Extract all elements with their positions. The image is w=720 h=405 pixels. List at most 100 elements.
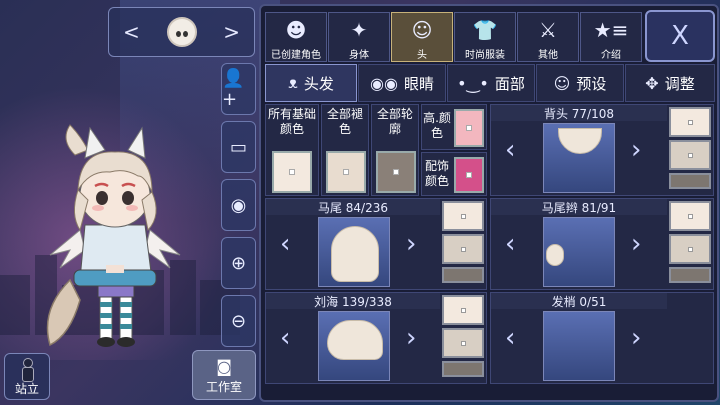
subtab-presets[interactable]: ☺ 预设 — [536, 64, 624, 102]
tab-label: 时尚服装 — [465, 50, 505, 61]
accessory-color-swatch[interactable] — [454, 157, 484, 193]
tab-label: 身体 — [349, 50, 369, 61]
subtab-face[interactable]: •‿• 面部 — [447, 64, 535, 102]
head-icon: ☺ — [411, 18, 433, 42]
bangs-preview[interactable] — [318, 311, 390, 381]
tab-intro[interactable]: ★≡ 介绍 — [580, 12, 642, 62]
preset-icon: ☺ — [553, 73, 571, 93]
highlight-color-label: 高.颜色 — [422, 111, 452, 141]
workroom-button[interactable]: ◙ 工作室 — [192, 350, 256, 400]
tab-head[interactable]: ☺ 头 — [391, 12, 453, 62]
subtab-label: 调整 — [664, 74, 695, 93]
prev-character-arrow[interactable]: < — [123, 20, 140, 44]
character-icon: ☻ — [285, 18, 307, 42]
zoom-out-button[interactable]: ⊖ — [221, 295, 256, 347]
subtab-eyes[interactable]: ◉◉ 眼睛 — [358, 64, 446, 102]
pigtails-prev-arrow[interactable]: ‹ — [505, 229, 515, 259]
hair-tips-preview[interactable] — [543, 311, 615, 381]
body-icon: ✦ — [350, 18, 368, 42]
pigtails-next-arrow[interactable]: › — [631, 229, 641, 259]
tab-created-characters[interactable]: ☻ 已创建角色 — [265, 12, 327, 62]
tab-label: 已创建角色 — [271, 50, 321, 61]
hair-tips-title: 发梢 0/51 — [491, 293, 667, 309]
editor-panel: ☻ 已创建角色 ✦ 身体 ☺ 头 👕 时尚服装 ⚔ 其他 ★≡ 介绍 X ᴥ 头… — [259, 4, 719, 402]
pigtails-base-swatch[interactable] — [669, 201, 711, 231]
character-head-icon[interactable] — [166, 17, 197, 47]
pigtails-preview[interactable] — [543, 217, 615, 287]
ponytail-base-swatch[interactable] — [442, 201, 484, 231]
hair-tips-slot: 发梢 0/51 ‹ › — [490, 292, 714, 384]
close-button[interactable]: X — [645, 10, 715, 62]
highlight-color-swatch[interactable] — [454, 109, 484, 147]
tab-label: 头 — [417, 50, 427, 61]
zoom-in-button[interactable]: ⊕ — [221, 237, 256, 289]
hair-tips-prev-arrow[interactable]: ‹ — [505, 323, 515, 353]
subtab-label: 面部 — [494, 74, 525, 93]
all-outline-color-label: 全部轮廓 — [372, 107, 418, 137]
face-icon: •‿• — [457, 73, 489, 93]
accessory-color-label: 配饰颜色 — [422, 159, 452, 189]
camera-icon: ◙ — [216, 357, 232, 376]
background-image-icon: ▭ — [229, 136, 247, 158]
ponytail-shade-swatch[interactable] — [442, 234, 484, 264]
bangs-prev-arrow[interactable]: ‹ — [280, 323, 290, 353]
move-icon: ✥ — [645, 73, 659, 93]
tab-label: 介绍 — [601, 50, 621, 61]
accessory-color-cell: 配饰颜色 — [421, 152, 487, 196]
bangs-color-column — [442, 295, 484, 380]
back-hair-base-swatch[interactable] — [669, 107, 711, 137]
back-hair-shade-swatch[interactable] — [669, 140, 711, 170]
eyes-icon: ◉◉ — [370, 73, 398, 93]
pigtails-shade-swatch[interactable] — [669, 234, 711, 264]
sword-icon: ⚔ — [539, 18, 557, 42]
character-preview[interactable] — [40, 120, 190, 355]
next-character-arrow[interactable]: > — [223, 20, 240, 44]
bangs-outline-swatch[interactable] — [442, 361, 484, 377]
subtab-label: 预设 — [576, 74, 607, 93]
all-shade-color-swatch[interactable] — [326, 151, 366, 193]
pigtails-outline-swatch[interactable] — [669, 267, 711, 283]
bangs-shade-swatch[interactable] — [442, 328, 484, 358]
back-hair-outline-swatch[interactable] — [669, 173, 711, 189]
tab-other[interactable]: ⚔ 其他 — [517, 12, 579, 62]
character-switcher: < > — [108, 7, 255, 57]
all-shade-color-cell: 全部褪色 — [321, 104, 369, 196]
zoom-in-icon: ⊕ — [230, 252, 247, 274]
shirt-icon: 👕 — [472, 18, 498, 42]
all-base-color-swatch[interactable] — [272, 151, 312, 193]
highlight-color-cell: 高.颜色 — [421, 104, 487, 150]
hair-tips-next-arrow[interactable]: › — [631, 323, 641, 353]
ponytail-prev-arrow[interactable]: ‹ — [280, 229, 290, 259]
add-character-icon: 👤+ — [222, 68, 245, 110]
bangs-base-swatch[interactable] — [442, 295, 484, 325]
subtab-hair[interactable]: ᴥ 头发 — [265, 64, 357, 102]
back-hair-title: 背头 77/108 — [491, 105, 667, 121]
tab-fashion[interactable]: 👕 时尚服装 — [454, 12, 516, 62]
ponytail-next-arrow[interactable]: › — [406, 229, 416, 259]
add-character-button[interactable]: 👤+ — [221, 63, 256, 115]
close-icon: X — [671, 21, 689, 51]
zoom-out-icon: ⊖ — [230, 310, 247, 332]
ponytail-slot: 马尾 84/236 ‹ › — [265, 198, 487, 290]
back-hair-preview[interactable] — [543, 123, 615, 193]
back-hair-prev-arrow[interactable]: ‹ — [505, 135, 515, 165]
visibility-button[interactable]: ◉ — [221, 179, 256, 231]
star-list-icon: ★≡ — [593, 18, 629, 42]
all-outline-color-cell: 全部轮廓 — [371, 104, 419, 196]
hair-icon: ᴥ — [288, 73, 298, 92]
all-outline-color-swatch[interactable] — [376, 151, 416, 193]
tab-body[interactable]: ✦ 身体 — [328, 12, 390, 62]
ponytail-preview[interactable] — [318, 217, 390, 287]
ponytail-outline-swatch[interactable] — [442, 267, 484, 283]
bangs-next-arrow[interactable]: › — [406, 323, 416, 353]
back-hair-next-arrow[interactable]: › — [631, 135, 641, 165]
subtab-adjust[interactable]: ✥ 调整 — [625, 64, 715, 102]
background-button[interactable]: ▭ — [221, 121, 256, 173]
stand-figure-icon — [21, 358, 34, 382]
stand-pose-button[interactable]: 站立 — [4, 353, 50, 400]
pigtails-title: 马尾辫 81/91 — [491, 199, 667, 215]
subtab-label: 眼睛 — [403, 74, 434, 93]
all-base-color-cell: 所有基础颜色 — [265, 104, 319, 196]
bangs-title: 刘海 139/338 — [266, 293, 440, 309]
ponytail-color-column — [442, 201, 484, 286]
